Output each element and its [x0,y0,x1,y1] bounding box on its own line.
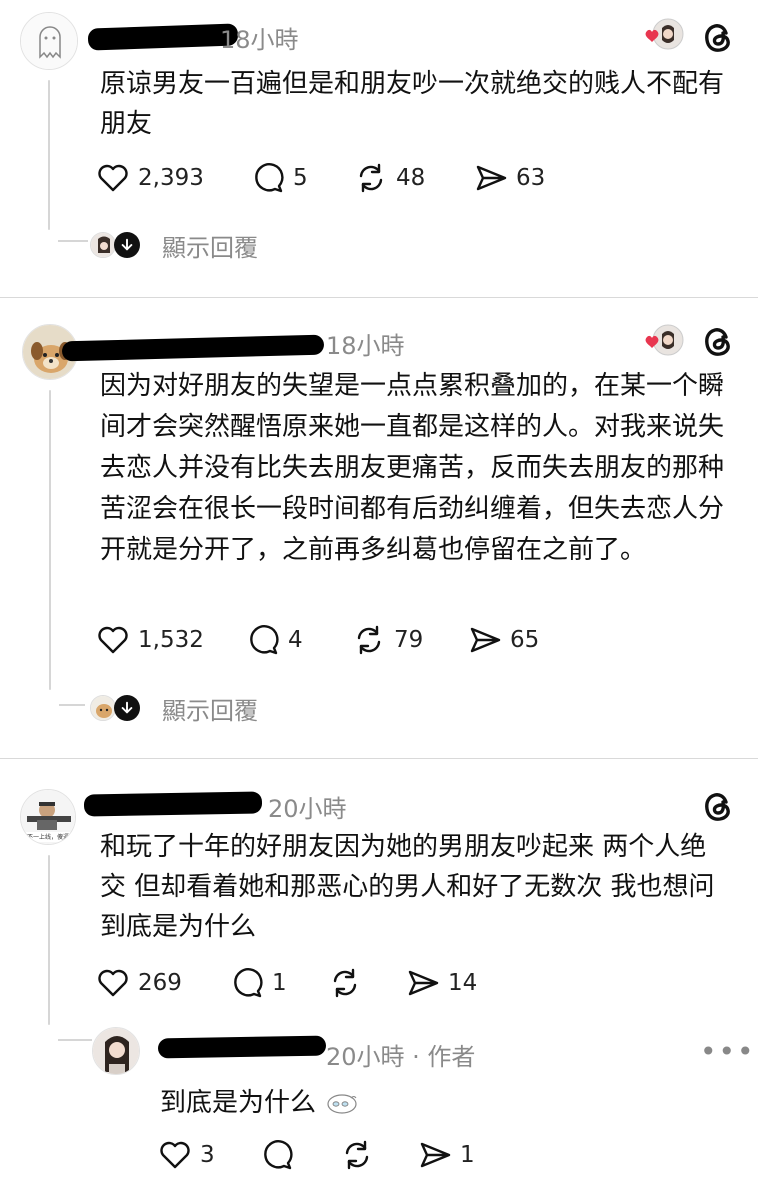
post-3: 不一上线，傻逼 20小時 和玩了十年的好朋友因为她的男朋友吵起来 两个人绝交 但… [0,759,758,1200]
girl-avatar-icon [93,1028,139,1074]
repost-count: 48 [396,165,426,191]
post-actions: 1,532 4 79 65 [96,622,576,658]
reply-avatar [90,695,116,721]
repost-icon [357,625,381,655]
post-time: 18小時 [220,26,299,54]
share-button[interactable]: 63 [474,160,545,196]
thread-line [48,80,50,230]
sticker-emoji-icon [327,1094,357,1114]
reply-time: 20小時 · 作者 [326,1043,476,1071]
like-count: 1,532 [138,627,204,653]
send-icon [476,165,507,191]
repost-count: 79 [394,627,424,653]
share-count: 1 [460,1142,475,1168]
post-1: 18小時 原谅男友一百遍但是和朋友吵一次就绝交的贱人不配有朋友 2,393 5 … [0,0,758,297]
repost-button[interactable]: 79 [352,622,423,658]
show-replies-label: 顯示回覆 [162,233,258,262]
heart-icon [98,626,128,654]
share-count: 63 [516,165,546,191]
share-button[interactable]: 65 [468,622,539,658]
reply-actions: 3 1 [158,1137,488,1173]
threads-logo-icon[interactable] [700,789,736,825]
post-3-avatar[interactable]: 不一上线，傻逼 [20,789,76,845]
post-text: 原谅男友一百遍但是和朋友吵一次就绝交的贱人不配有朋友 [100,69,725,139]
like-button[interactable]: 3 [158,1137,215,1173]
post-2: 18小時 因为对好朋友的失望是一点点累积叠加的，在某一个瞬间才会突然醒悟原来她一… [0,298,758,758]
share-count: 65 [510,627,540,653]
post-1-avatar[interactable] [20,12,78,70]
comment-button[interactable]: 1 [230,965,287,1001]
redacted-username [157,1035,327,1059]
like-count: 3 [200,1142,215,1168]
reply-author-avatar[interactable] [92,1027,140,1075]
thread-hook [58,1039,92,1041]
arrow-down-icon [114,695,140,721]
heart-icon [160,1141,190,1169]
heart-icon [98,969,128,997]
comment-count: 5 [293,165,308,191]
like-button[interactable]: 1,532 [96,622,204,658]
comment-icon [255,163,284,193]
comment-icon [234,968,263,998]
comment-button[interactable] [260,1137,302,1173]
redacted-username [87,23,239,51]
show-replies[interactable]: 顯示回覆 [90,693,258,725]
share-button[interactable]: 14 [406,965,477,1001]
post-actions: 2,393 5 48 63 [96,160,576,196]
threads-logo-icon[interactable] [700,324,736,360]
thread-line [48,855,50,1025]
post-actions: 269 1 14 [96,965,516,1001]
redacted-username [61,334,325,362]
thread-hook [58,240,88,242]
post-time: 18小時 [326,332,405,360]
repost-button[interactable]: 48 [354,160,425,196]
post-text: 因为对好朋友的失望是一点点累积叠加的，在某一个瞬间才会突然醒悟原来她一直都是这样… [100,371,725,565]
more-options-icon[interactable]: ••• [700,1035,756,1068]
avatar-caption: 不一上线，傻逼 [27,834,70,841]
reply-avatar [90,232,116,258]
comment-button[interactable]: 4 [246,622,303,658]
like-count: 269 [138,970,182,996]
share-button[interactable]: 1 [418,1137,475,1173]
share-count: 14 [448,970,478,996]
threads-logo-icon[interactable] [700,20,736,56]
reply-text-content: 到底是为什么 [160,1088,317,1118]
send-icon [470,627,501,653]
repost-icon [345,1140,369,1170]
comment-icon [264,1140,293,1170]
comment-button[interactable]: 5 [251,160,308,196]
send-icon [420,1142,451,1168]
repost-button[interactable] [328,965,370,1001]
repost-button[interactable] [340,1137,382,1173]
show-replies-label: 顯示回覆 [162,696,258,725]
arrow-down-icon [114,232,140,258]
heart-icon [98,164,128,192]
redacted-username [83,791,263,817]
like-count: 2,393 [138,165,204,191]
repost-icon [333,968,357,998]
repost-icon [359,163,383,193]
liked-by-avatar-icon[interactable] [640,18,686,52]
thread-line [49,390,51,690]
liked-by-avatar-icon[interactable] [640,324,686,358]
post-time: 20小時 [268,795,347,823]
ghost-avatar-icon [21,13,77,69]
comment-icon [250,625,279,655]
show-replies[interactable]: 顯示回覆 [90,230,258,262]
send-icon [408,970,439,996]
reply-text: 到底是为什么 [160,1083,560,1123]
like-button[interactable]: 2,393 [96,160,204,196]
like-button[interactable]: 269 [96,965,182,1001]
comment-count: 1 [272,970,287,996]
post-text: 和玩了十年的好朋友因为她的男朋友吵起来 两个人绝交 但却看着她和那恶心的男人和好… [100,832,715,942]
comment-count: 4 [288,627,303,653]
thread-hook [59,704,85,706]
